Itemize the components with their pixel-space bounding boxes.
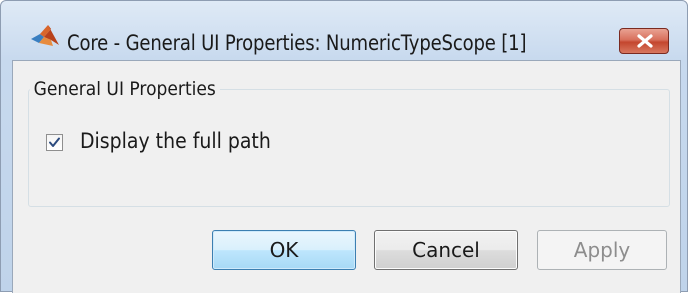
close-button[interactable]: [619, 28, 669, 54]
display-full-path-checkbox[interactable]: [46, 134, 63, 151]
display-full-path-label[interactable]: Display the full path: [80, 129, 271, 153]
group-title: General UI Properties: [30, 78, 220, 100]
title-bar[interactable]: Core - General UI Properties: NumericTyp…: [1, 1, 687, 59]
dialog-body: General UI Properties Display the full p…: [12, 60, 681, 293]
dialog-window: Core - General UI Properties: NumericTyp…: [0, 0, 688, 293]
window-title: Core - General UI Properties: NumericTyp…: [67, 31, 527, 55]
apply-button[interactable]: Apply: [537, 230, 667, 270]
matlab-logo-icon: [31, 25, 59, 47]
checkmark-icon: [49, 137, 60, 147]
cancel-button[interactable]: Cancel: [374, 230, 518, 270]
ok-button[interactable]: OK: [212, 230, 356, 270]
